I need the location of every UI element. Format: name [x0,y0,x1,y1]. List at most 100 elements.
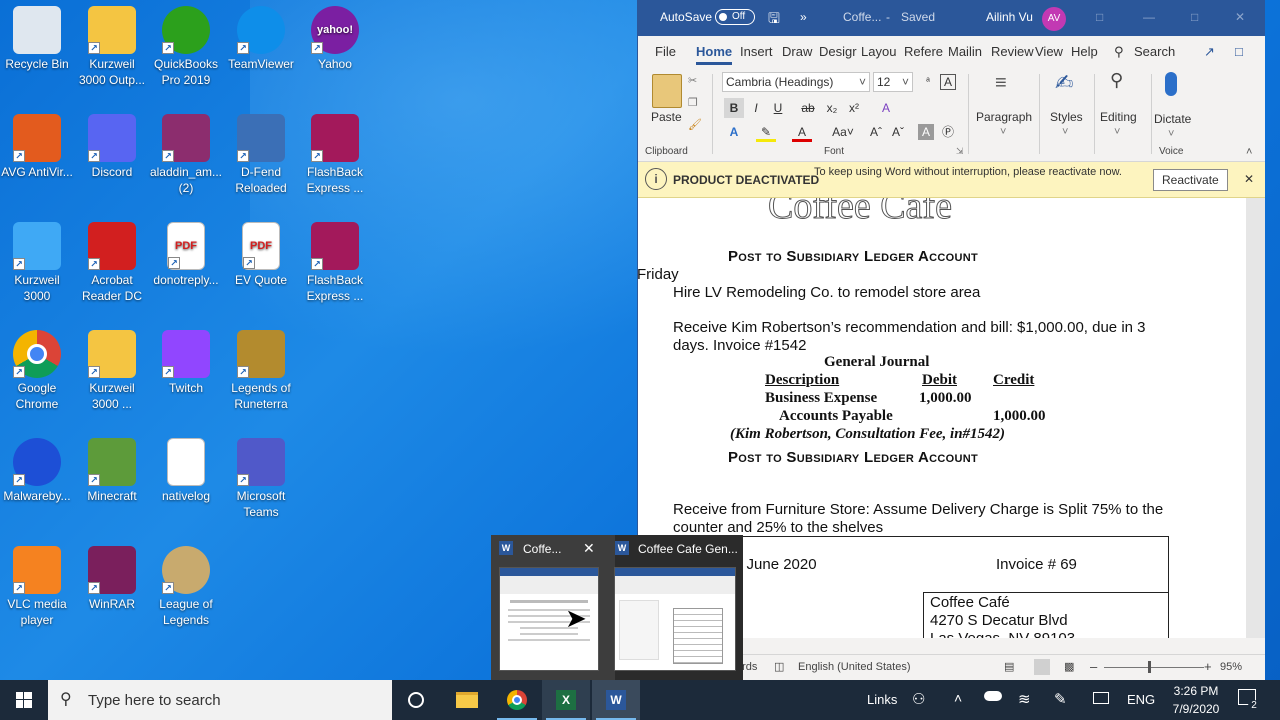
language-status[interactable]: English (United States) [798,661,911,673]
dictate-button[interactable]: Dictate [1154,112,1191,126]
desktop-icon[interactable]: ↗ QuickBooks Pro 2019 [149,6,223,88]
tab-mailings[interactable]: Mailin [948,44,982,59]
wifi-icon[interactable]: ≋ [1018,690,1031,708]
keyboard-icon[interactable] [1093,692,1109,704]
desktop-icon[interactable]: ↗ Discord [75,114,149,180]
strikethrough-button[interactable]: ab [798,98,818,118]
italic-button[interactable]: I [746,98,766,118]
font-size-select[interactable]: 12 ˅ [873,72,913,92]
zoom-out-button[interactable]: – [1090,659,1097,674]
save-icon[interactable]: 🖫 [768,8,780,32]
font-size-change-button[interactable]: Aa˅ [828,122,858,142]
subscript-button[interactable]: x₂ [822,98,842,118]
minimize-button[interactable]: — [1143,10,1155,24]
tab-draw[interactable]: Draw [782,44,812,59]
desktop-icon[interactable]: ↗ D-Fend Reloaded [224,114,298,196]
copy-icon[interactable]: ❐ [688,96,698,109]
tab-file[interactable]: File [655,44,676,59]
tab-references[interactable]: Refere [904,44,943,59]
styles-icon[interactable]: ✍ [1055,70,1073,96]
font-color-button[interactable]: A [792,122,812,142]
highlight-color-button[interactable]: ✎ [756,122,776,142]
paragraph-icon[interactable]: ≡ [995,72,1007,95]
desktop-icon[interactable]: PDF ↗ donotreply... [149,222,223,288]
zoom-level[interactable]: 95% [1220,661,1242,673]
cortana-button[interactable] [392,680,440,720]
enclose-characters-button[interactable]: Ⓟ [938,122,958,142]
bold-button[interactable]: B [724,98,744,118]
more-commands-icon[interactable]: » [800,10,807,24]
user-name[interactable]: Ailinh Vu [986,10,1033,24]
paste-icon[interactable] [652,74,682,108]
desktop-icon[interactable]: yahoo! ↗ Yahoo [298,6,372,72]
desktop-icon[interactable]: ↗ VLC media player [0,546,74,628]
taskbar-search[interactable]: ⚲ Type here to search [48,680,392,720]
collapse-ribbon-icon[interactable]: ˄ [1246,146,1252,158]
grow-font-button[interactable]: Aˆ [866,122,886,142]
clock-time[interactable]: 3:26 PM [1168,684,1224,698]
links-toolbar[interactable]: Links [867,692,897,707]
print-layout-icon[interactable] [1034,659,1050,675]
tab-help[interactable]: Help [1071,44,1098,59]
desktop-icon[interactable]: ↗ Google Chrome [0,330,74,412]
tab-review[interactable]: Review [991,44,1034,59]
document-title[interactable]: Coffe... [843,10,881,24]
paragraph-button[interactable]: Paragraph [976,110,1032,124]
desktop-icon[interactable]: ↗ WinRAR [75,546,149,612]
pen-icon[interactable]: ✎ [1054,690,1067,708]
desktop-icon[interactable]: ↗ Legends of Runeterra [224,330,298,412]
clock-date[interactable]: 7/9/2020 [1166,702,1226,716]
desktop-icon[interactable]: ↗ aladdin_am... (2) [149,114,223,196]
superscript-button[interactable]: x² [844,98,864,118]
language-indicator[interactable]: ENG [1127,692,1155,707]
avatar[interactable]: AV [1042,7,1066,31]
desktop-icon[interactable]: Recycle Bin [0,6,74,72]
tab-insert[interactable]: Insert [740,44,773,59]
desktop-icon[interactable]: PDF ↗ EV Quote [224,222,298,288]
change-case-icon[interactable]: ᵃ [918,72,938,92]
start-button[interactable] [0,680,48,720]
ribbon-display-icon[interactable]: □ [1096,10,1103,24]
text-effects-icon[interactable]: A [876,98,896,118]
tab-layout[interactable]: Layou [861,44,896,59]
desktop-icon[interactable]: ↗ Malwareby... [0,438,74,504]
zoom-in-button[interactable]: + [1204,659,1212,674]
paste-label[interactable]: Paste [651,110,682,124]
reactivate-button[interactable]: Reactivate [1153,169,1228,191]
editing-icon[interactable]: ⚲ [1110,70,1123,91]
shrink-font-button[interactable]: Aˇ [888,122,908,142]
microphone-icon[interactable] [1165,72,1177,96]
zoom-slider-thumb[interactable] [1148,661,1151,673]
search-icon[interactable]: ⚲ [1114,44,1124,60]
thumbnail-2[interactable]: W Coffee Cafe Gen... [614,535,741,680]
clear-formatting-icon[interactable]: A [940,74,956,90]
desktop-icon[interactable]: ↗ Twitch [149,330,223,396]
editing-button[interactable]: Editing [1100,110,1137,124]
read-mode-icon[interactable]: ▤ [1004,660,1014,673]
desktop-icon[interactable]: ↗ Kurzweil 3000 [0,222,74,304]
format-painter-icon[interactable]: 🖌 [688,118,702,131]
file-explorer-button[interactable] [443,680,491,720]
onedrive-icon[interactable] [984,691,1002,701]
share-icon[interactable]: ↗ [1204,44,1215,60]
web-layout-icon[interactable]: ▩ [1064,660,1074,673]
desktop-icon[interactable]: ↗ AVG AntiVir... [0,114,74,180]
tab-home[interactable]: Home [696,44,733,65]
desktop-icon[interactable]: ↗ FlashBack Express ... [298,114,372,196]
desktop-icon[interactable]: ↗ TeamViewer [224,6,298,72]
desktop-icon[interactable]: ↗ Minecraft [75,438,149,504]
desktop-icon[interactable]: ↗ League of Legends [149,546,223,628]
desktop-icon[interactable]: ↗ Microsoft Teams [224,438,298,520]
cut-icon[interactable]: ✂ [688,74,697,87]
people-icon[interactable]: ⚇ [912,690,925,708]
autosave-toggle[interactable]: Off [715,9,755,25]
thumbnail-close-icon[interactable]: ✕ [583,540,595,557]
close-button[interactable]: ✕ [1235,10,1245,24]
desktop-icon[interactable]: ↗ Kurzweil 3000 Outp... [75,6,149,88]
desktop-icon[interactable]: ↗ Kurzweil 3000 ... [75,330,149,412]
styles-button[interactable]: Styles [1050,110,1083,124]
desktop-icon[interactable]: ↗ Acrobat Reader DC [75,222,149,304]
thumbnail-1[interactable]: W Coffe... ✕ ➤ [491,535,615,680]
word-button[interactable]: W [592,680,640,720]
font-dialog-launcher-icon[interactable]: ⇲ [956,146,964,157]
